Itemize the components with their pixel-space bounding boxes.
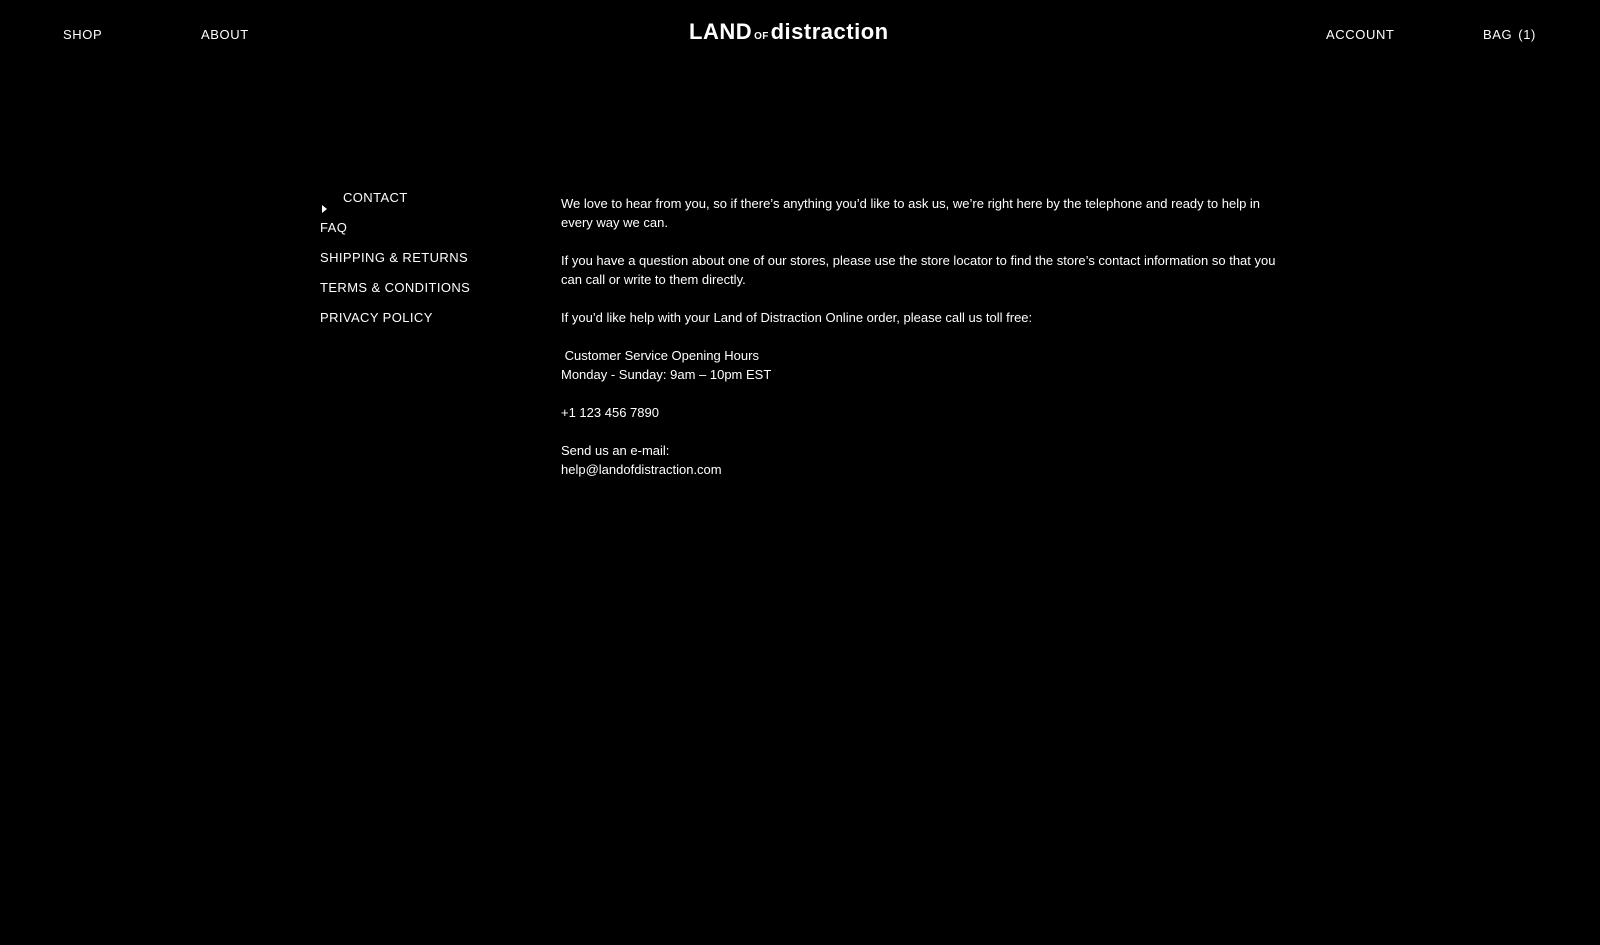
opening-hours-title: Customer Service Opening Hours xyxy=(561,348,759,363)
bag-count: (1) xyxy=(1518,27,1536,42)
sidebar-item-shipping-returns[interactable]: SHIPPING & RETURNS xyxy=(320,250,468,266)
logo-distraction-text: distraction xyxy=(770,19,889,44)
opening-hours-block: Customer Service Opening Hours Monday - … xyxy=(561,346,1281,384)
page: SHOP ABOUT LAND OFdistraction ACCOUNT BAG… xyxy=(0,0,1600,945)
intro-paragraph: We love to hear from you, so if there’s … xyxy=(561,196,1261,230)
sidebar-item-label: TERMS & CONDITIONS xyxy=(320,280,471,295)
nav-account-link[interactable]: ACCOUNT xyxy=(1326,27,1394,43)
sidebar-item-terms-conditions[interactable]: TERMS & CONDITIONS xyxy=(320,280,470,296)
email-block: Send us an e-mail: help@landofdistractio… xyxy=(561,441,1281,479)
sidebar-item-label: SHIPPING & RETURNS xyxy=(320,250,469,265)
caret-right-icon xyxy=(322,205,327,213)
phone-number: +1 123 456 7890 xyxy=(561,405,659,420)
sidebar-item-contact[interactable]: CONTACT xyxy=(320,190,408,213)
nav-about-link[interactable]: ABOUT xyxy=(201,27,249,43)
sidebar-item-label: PRIVACY POLICY xyxy=(320,310,433,325)
email-link[interactable]: help@landofdistraction.com xyxy=(561,460,1281,479)
bag-label: BAG xyxy=(1483,27,1513,42)
nav-shop-link[interactable]: SHOP xyxy=(63,27,102,43)
online-order-paragraph: If you’d like help with your Land of Dis… xyxy=(561,310,1033,325)
logo-land-text: LAND xyxy=(689,19,753,44)
opening-hours-value: Monday - Sunday: 9am – 10pm EST xyxy=(561,367,772,382)
email-label: Send us an e-mail: xyxy=(561,443,670,458)
stores-paragraph: If you have a question about one of our … xyxy=(561,253,1276,287)
contact-content: We love to hear from you, so if there’s … xyxy=(561,194,1281,498)
sidebar-item-faq[interactable]: FAQ xyxy=(320,220,347,236)
sidebar-item-label: FAQ xyxy=(320,220,348,235)
sidebar-item-privacy-policy[interactable]: PRIVACY POLICY xyxy=(320,310,433,326)
logo-of-text: OF xyxy=(754,31,769,42)
header: SHOP ABOUT LAND OFdistraction ACCOUNT BAG… xyxy=(0,0,1600,70)
site-logo[interactable]: LAND OFdistraction xyxy=(689,19,889,49)
sidebar-item-label: CONTACT xyxy=(343,190,408,205)
nav-bag-link[interactable]: BAG (1) xyxy=(1483,27,1536,43)
